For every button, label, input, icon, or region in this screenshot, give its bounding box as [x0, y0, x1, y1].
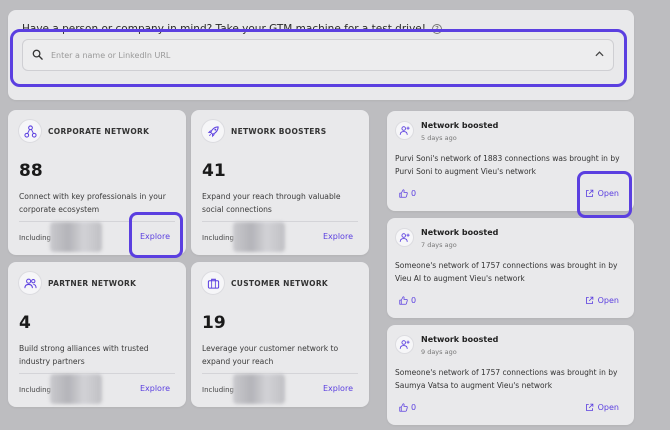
explore-button[interactable]: Explore [323, 384, 353, 393]
card-title: CUSTOMER NETWORK [231, 279, 329, 288]
briefcase-icon [201, 271, 225, 295]
blurred-avatars [233, 222, 285, 252]
card-count: 4 [19, 313, 31, 333]
card-title: CORPORATE NETWORK [48, 127, 150, 136]
feed-text: Someone's network of 1757 connections wa… [395, 261, 618, 283]
like-count: 0 [411, 296, 417, 305]
network-nodes-icon [18, 119, 42, 143]
card-description: Expand your reach through valuable socia… [202, 192, 341, 214]
thumbs-up-icon [399, 189, 408, 198]
corporate-network-card: CORPORATE NETWORK 88 Connect with key pr… [8, 110, 186, 255]
feed-time: 5 days ago [421, 134, 457, 142]
thumbs-up-icon [399, 296, 408, 305]
like-button[interactable]: 0 [399, 403, 416, 412]
customer-network-card: CUSTOMER NETWORK 19 Leverage your custom… [191, 262, 369, 407]
card-count: 88 [19, 161, 43, 181]
card-title: NETWORK BOOSTERS [231, 127, 327, 136]
like-button[interactable]: 0 [399, 296, 416, 305]
open-label: Open [597, 296, 619, 305]
open-button[interactable]: Open [585, 296, 619, 305]
search-input[interactable] [51, 45, 591, 65]
user-plus-icon [395, 228, 414, 247]
card-count: 41 [202, 161, 226, 181]
card-description: Connect with key professionals in your c… [19, 192, 166, 214]
including-label: Including [202, 386, 234, 394]
like-count: 0 [411, 189, 417, 198]
open-label: Open [597, 403, 619, 412]
user-plus-icon [395, 121, 414, 140]
card-title: PARTNER NETWORK [48, 279, 137, 288]
open-label: Open [597, 189, 619, 198]
blurred-avatars [50, 222, 102, 252]
network-boosters-card: NETWORK BOOSTERS 41 Expand your reach th… [191, 110, 369, 255]
external-link-icon [585, 189, 593, 197]
explore-button[interactable]: Explore [140, 232, 170, 241]
including-label: Including [202, 234, 234, 242]
search-icon [32, 49, 43, 60]
feed-time: 7 days ago [421, 241, 457, 249]
partner-network-card: PARTNER NETWORK 4 Build strong alliances… [8, 262, 186, 407]
search-highlight [10, 29, 627, 87]
user-plus-icon [395, 335, 414, 354]
including-label: Including [19, 386, 51, 394]
thumbs-up-icon [399, 403, 408, 412]
open-button[interactable]: Open [585, 403, 619, 412]
external-link-icon [585, 403, 593, 411]
open-button[interactable]: Open [585, 189, 619, 198]
including-label: Including [19, 234, 51, 242]
feed-time: 9 days ago [421, 348, 457, 356]
feed-title: Network boosted [421, 335, 499, 344]
feed-item: Network boosted 5 days ago Purvi Soni's … [387, 111, 634, 211]
blurred-avatars [233, 374, 285, 404]
card-description: Leverage your customer network to expand… [202, 344, 339, 366]
explore-button[interactable]: Explore [140, 384, 170, 393]
blurred-avatars [50, 374, 102, 404]
explore-button[interactable]: Explore [323, 232, 353, 241]
card-count: 19 [202, 313, 226, 333]
external-link-icon [585, 296, 593, 304]
search-box[interactable] [22, 39, 614, 71]
users-icon [18, 271, 42, 295]
feed-title: Network boosted [421, 121, 499, 130]
card-description: Build strong alliances with trusted indu… [19, 344, 149, 366]
chevron-up-icon[interactable] [595, 51, 604, 57]
feed-item: Network boosted 7 days ago Someone's net… [387, 218, 634, 318]
feed-text: Purvi Soni's network of 1883 connections… [395, 154, 620, 176]
feed-title: Network boosted [421, 228, 499, 237]
feed-text: Someone's network of 1757 connections wa… [395, 368, 618, 390]
feed-item: Network boosted 9 days ago Someone's net… [387, 325, 634, 425]
like-count: 0 [411, 403, 417, 412]
like-button[interactable]: 0 [399, 189, 416, 198]
rocket-icon [201, 119, 225, 143]
